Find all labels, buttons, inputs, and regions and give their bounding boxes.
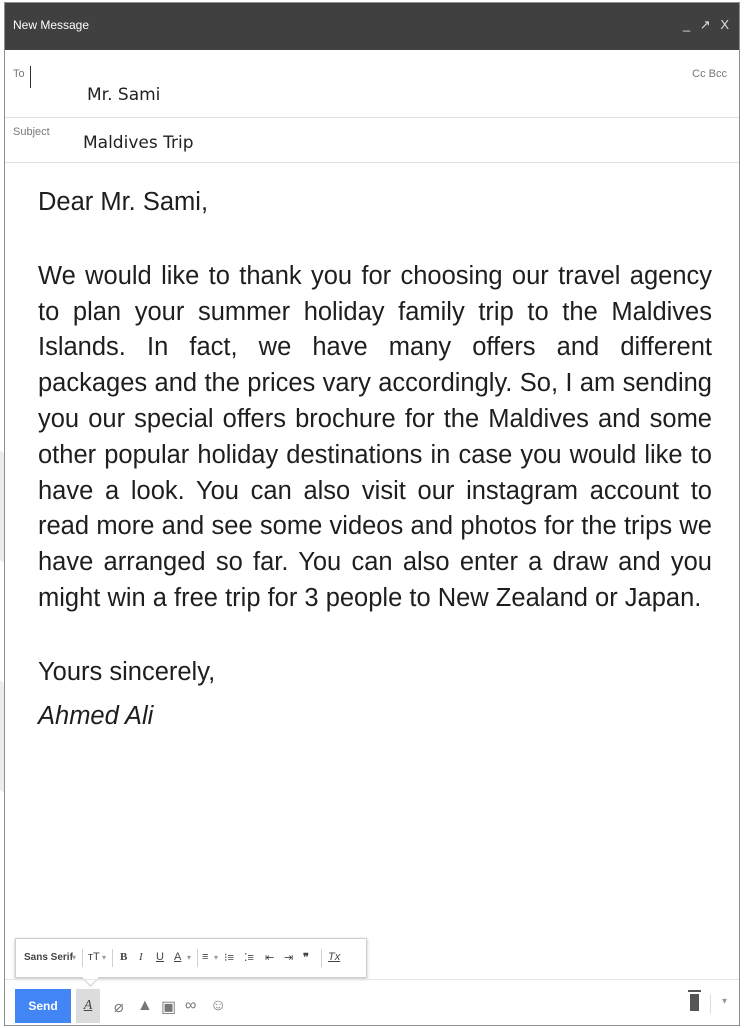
to-field[interactable]: Mr. Sami: [87, 85, 160, 105]
emoji-icon[interactable]: ☺: [210, 997, 226, 1015]
divider: [82, 949, 83, 967]
popout-icon[interactable]: ↗: [700, 17, 711, 32]
indent-less-icon[interactable]: ⇤: [265, 951, 274, 964]
attach-file-icon[interactable]: ⌀: [114, 997, 124, 1017]
signature: Ahmed Ali: [38, 701, 154, 730]
insert-photo-icon[interactable]: ▣: [161, 997, 176, 1017]
formatting-options-button[interactable]: A: [76, 989, 100, 1023]
bold-icon[interactable]: B: [120, 951, 127, 963]
message-body[interactable]: Dear Mr. Sami, We would like to thank yo…: [38, 185, 712, 734]
cc-link[interactable]: Cc: [692, 68, 705, 80]
body-paragraph: We would like to thank you for choosing …: [38, 261, 712, 612]
text-color-icon[interactable]: A: [174, 951, 181, 963]
greeting: Dear Mr. Sami,: [38, 188, 209, 216]
remove-formatting-icon[interactable]: Tx: [328, 951, 340, 963]
divider: [710, 994, 711, 1014]
to-label: To: [13, 68, 25, 80]
quote-icon[interactable]: ❞: [303, 951, 309, 964]
minimize-icon[interactable]: _: [683, 17, 690, 32]
closing: Yours sincerely,: [38, 657, 216, 686]
subject-row: Subject Maldives Trip: [5, 118, 739, 163]
subject-label: Subject: [13, 126, 50, 138]
divider: [321, 949, 322, 967]
cc-bcc-links: Cc Bcc: [692, 68, 727, 80]
font-size-icon[interactable]: тT: [88, 951, 100, 963]
text-cursor: [30, 66, 31, 88]
bcc-link[interactable]: Bcc: [709, 68, 727, 80]
subject-field[interactable]: Maldives Trip: [83, 133, 194, 153]
discard-draft-icon[interactable]: [688, 990, 701, 1011]
compose-bottom-toolbar: Send A ⌀ ▲ ▣ ∞ ☺ ▾: [5, 979, 739, 1026]
send-button[interactable]: Send: [15, 989, 71, 1023]
indent-more-icon[interactable]: ⇥: [284, 951, 293, 964]
close-icon[interactable]: X: [720, 17, 729, 32]
google-drive-icon[interactable]: ▲: [137, 997, 153, 1015]
divider: [197, 949, 198, 967]
underline-icon[interactable]: U: [156, 951, 164, 963]
chevron-down-icon: ▾: [102, 953, 107, 962]
more-options-icon[interactable]: ▾: [722, 996, 727, 1007]
to-row: To Mr. Sami Cc Bcc: [5, 51, 739, 118]
bulleted-list-icon[interactable]: ⁚≡: [244, 951, 254, 964]
align-icon[interactable]: ≡: [202, 951, 208, 963]
window-controls: _ ↗ X: [677, 17, 729, 33]
font-family-select[interactable]: Sans Serif: [24, 952, 73, 963]
chevron-down-icon: ▾: [72, 953, 77, 962]
italic-icon[interactable]: I: [139, 951, 143, 963]
chevron-down-icon: ▾: [187, 953, 192, 962]
compose-window: New Message _ ↗ X To Mr. Sami Cc Bcc Sub…: [4, 2, 740, 1026]
window-title: New Message: [13, 18, 90, 32]
numbered-list-icon[interactable]: ⁝≡: [224, 951, 234, 964]
divider: [112, 949, 113, 967]
insert-link-icon[interactable]: ∞: [185, 997, 196, 1015]
formatting-toolbar: Sans Serif ▾ тT ▾ B I U A ▾ ≡ ▾ ⁝≡ ⁚≡ ⇤ …: [15, 938, 367, 987]
chevron-down-icon: ▾: [214, 953, 219, 962]
compose-titlebar: New Message _ ↗ X: [5, 3, 739, 50]
